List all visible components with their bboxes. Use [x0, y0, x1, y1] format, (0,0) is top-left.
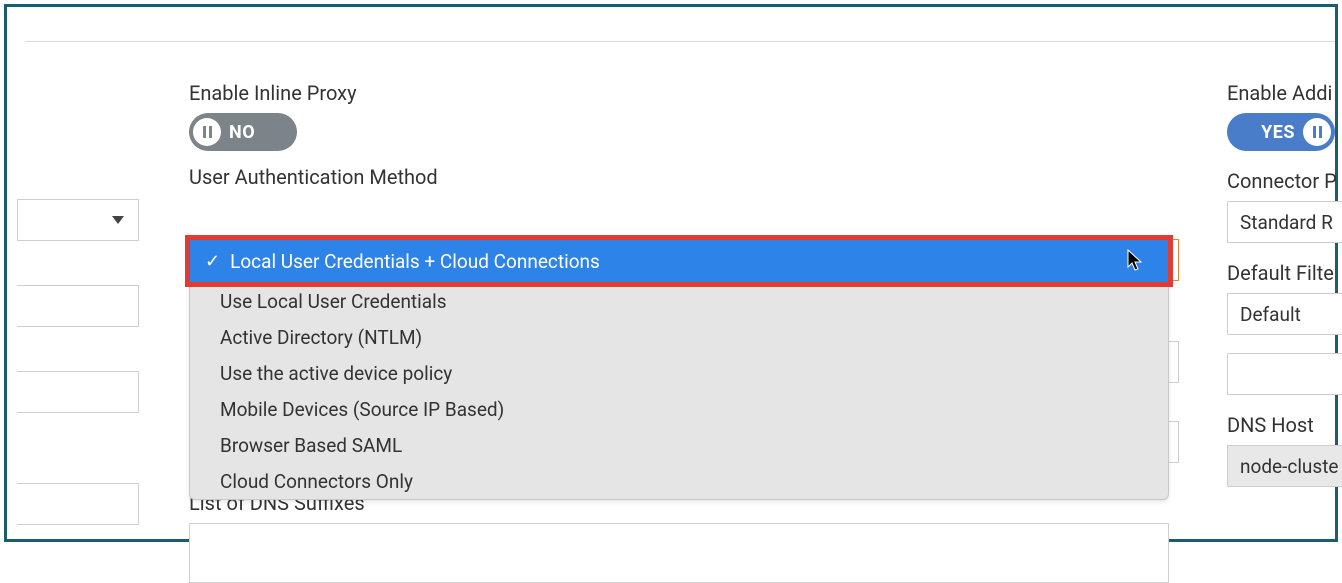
- right-column: Enable Addi YES Connector P Standard R D…: [1227, 81, 1342, 505]
- dns-host-field: node-cluste: [1227, 445, 1342, 487]
- right-empty-field[interactable]: [1227, 353, 1342, 395]
- enable-inline-proxy-label: Enable Inline Proxy: [189, 81, 1199, 105]
- toggle-knob: [193, 118, 221, 146]
- left-field-4[interactable]: [17, 483, 139, 525]
- dns-suffixes-input[interactable]: [189, 523, 1169, 583]
- cursor-icon: [1127, 249, 1145, 279]
- check-icon: ✓: [205, 251, 220, 272]
- dropdown-list: Use Local User Credentials Active Direct…: [189, 283, 1169, 500]
- connector-label: Connector P: [1227, 169, 1342, 193]
- content-area: Enable Inline Proxy NO User Authenticati…: [7, 41, 1335, 539]
- auth-method-label: User Authentication Method: [189, 165, 1199, 189]
- main-column: Enable Inline Proxy NO User Authenticati…: [189, 81, 1199, 197]
- enable-inline-proxy-toggle[interactable]: NO: [189, 113, 297, 151]
- enable-additional-toggle[interactable]: YES: [1227, 113, 1335, 151]
- toggle-yes-text: YES: [1261, 122, 1295, 143]
- dropdown-option[interactable]: Mobile Devices (Source IP Based): [190, 391, 1168, 427]
- chevron-down-icon: [112, 216, 124, 224]
- left-field-2[interactable]: [17, 285, 139, 327]
- enable-additional-label: Enable Addi: [1227, 81, 1342, 105]
- dropdown-option[interactable]: Active Directory (NTLM): [190, 319, 1168, 355]
- default-filter-label: Default Filte: [1227, 261, 1342, 285]
- dns-host-label: DNS Host: [1227, 413, 1342, 437]
- left-select-1[interactable]: [17, 199, 139, 241]
- dropdown-option[interactable]: Use the active device policy: [190, 355, 1168, 391]
- dropdown-option[interactable]: Use Local User Credentials: [190, 283, 1168, 319]
- pause-icon: [1313, 126, 1322, 138]
- auth-method-dropdown[interactable]: ✓ Local User Credentials + Cloud Connect…: [189, 239, 1165, 283]
- dropdown-selected-text: Local User Credentials + Cloud Connectio…: [230, 250, 600, 273]
- dropdown-option[interactable]: Cloud Connectors Only: [190, 463, 1168, 499]
- dropdown-selected-option[interactable]: ✓ Local User Credentials + Cloud Connect…: [189, 239, 1169, 283]
- pause-icon: [203, 126, 212, 138]
- left-field-3[interactable]: [17, 371, 139, 413]
- dropdown-option[interactable]: Browser Based SAML: [190, 427, 1168, 463]
- toggle-knob: [1303, 118, 1331, 146]
- connector-select[interactable]: Standard R: [1227, 201, 1342, 243]
- toggle-no-text: NO: [229, 122, 255, 143]
- default-filter-select[interactable]: Default: [1227, 293, 1342, 335]
- app-frame: Enable Inline Proxy NO User Authenticati…: [4, 4, 1338, 542]
